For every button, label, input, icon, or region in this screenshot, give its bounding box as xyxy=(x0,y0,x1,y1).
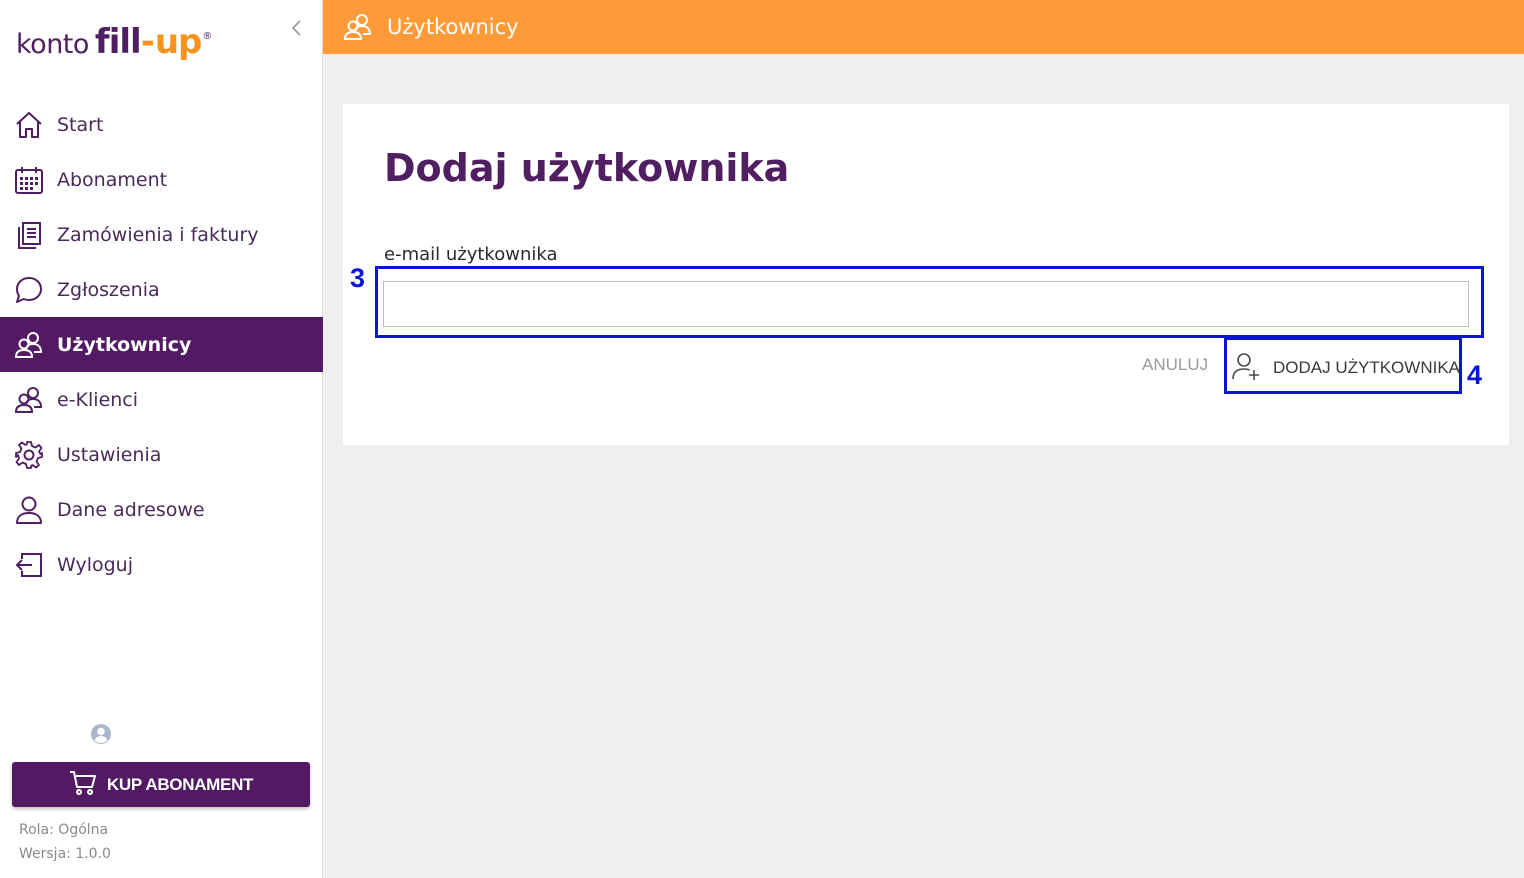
sidebar-item-label: Wyloguj xyxy=(57,553,133,576)
annotation-number-button: 4 xyxy=(1467,360,1483,390)
sidebar-item-zgloszenia[interactable]: Zgłoszenia xyxy=(0,262,323,317)
logo: konto fill - up ® xyxy=(16,22,212,66)
cart-icon xyxy=(69,770,97,800)
sidebar: konto fill - up ® Start Abonament Zamówi… xyxy=(0,0,323,878)
logo-konto-text: konto xyxy=(16,29,89,60)
home-icon xyxy=(14,110,44,140)
logo-fill-text: fill xyxy=(94,22,142,62)
annotation-box-input xyxy=(375,266,1484,338)
sidebar-item-e-klienci[interactable]: e-Klienci xyxy=(0,372,323,427)
annotation-box-button xyxy=(1224,337,1462,394)
sidebar-item-ustawienia[interactable]: Ustawienia xyxy=(0,427,323,482)
role-text: Rola: Ogólna xyxy=(19,822,109,838)
sidebar-item-label: Użytkownicy xyxy=(57,333,192,356)
documents-icon xyxy=(14,220,44,250)
logout-icon xyxy=(14,550,44,580)
sidebar-item-label: Dane adresowe xyxy=(57,498,205,521)
logo-registered-mark: ® xyxy=(202,31,213,42)
sidebar-nav: Start Abonament Zamówienia i faktury Zgł… xyxy=(0,97,323,592)
form-title: Dodaj użytkownika xyxy=(384,146,790,190)
logo-up-text: up xyxy=(154,22,203,62)
sidebar-item-label: Zgłoszenia xyxy=(57,278,160,301)
page-title: Użytkownicy xyxy=(387,15,519,39)
sidebar-item-uzytkownicy[interactable]: Użytkownicy xyxy=(0,317,323,372)
sidebar-item-zamowienia[interactable]: Zamówienia i faktury xyxy=(0,207,323,262)
page-header: Użytkownicy xyxy=(323,0,1524,54)
users-icon xyxy=(343,12,373,42)
chat-bubble-icon xyxy=(14,275,44,305)
sidebar-item-abonament[interactable]: Abonament xyxy=(0,152,323,207)
sidebar-item-start[interactable]: Start xyxy=(0,97,323,152)
sidebar-item-label: Ustawienia xyxy=(57,443,162,466)
sidebar-item-dane-adresowe[interactable]: Dane adresowe xyxy=(0,482,323,537)
email-field-label: e-mail użytkownika xyxy=(384,244,558,265)
gear-icon xyxy=(14,440,44,470)
users-icon xyxy=(14,330,44,360)
chevron-left-icon[interactable] xyxy=(286,16,306,40)
person-icon xyxy=(14,495,44,525)
version-text: Wersja: 1.0.0 xyxy=(19,846,111,862)
sidebar-item-label: Abonament xyxy=(57,168,168,191)
sidebar-item-label: e-Klienci xyxy=(57,388,139,411)
avatar-icon[interactable] xyxy=(90,723,112,745)
buy-subscription-button[interactable]: KUP ABONAMENT xyxy=(12,762,310,807)
logo-dash-text: - xyxy=(140,22,155,62)
clients-icon xyxy=(14,385,44,415)
sidebar-item-wyloguj[interactable]: Wyloguj xyxy=(0,537,323,592)
annotation-number-input: 3 xyxy=(350,263,366,293)
sidebar-item-label: Zamówienia i faktury xyxy=(57,223,259,246)
buy-subscription-label: KUP ABONAMENT xyxy=(106,774,254,794)
sidebar-item-label: Start xyxy=(57,113,104,136)
cancel-button[interactable]: ANULUJ xyxy=(1142,355,1208,375)
calendar-icon xyxy=(14,165,44,195)
